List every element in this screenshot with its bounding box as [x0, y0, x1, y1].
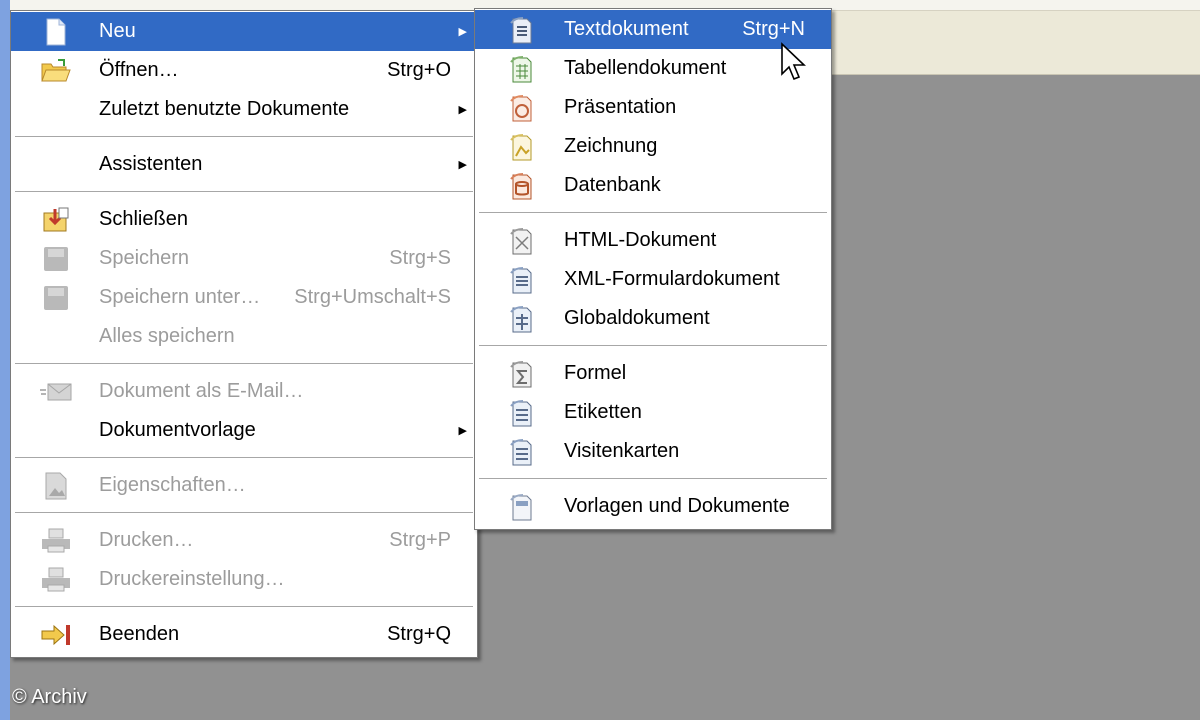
- submenu-arrow-icon: ▶: [458, 425, 467, 437]
- html-document-icon: [505, 227, 539, 255]
- menu-item-label: XML-Formulardokument: [564, 268, 780, 290]
- menu-separator: [11, 184, 477, 200]
- menu-item-label: Formel: [564, 362, 627, 384]
- menu-separator: [475, 338, 831, 354]
- shortcut-label: Strg+N: [742, 18, 805, 40]
- menu-item-label: Etiketten: [564, 401, 642, 423]
- save-as-icon: [39, 284, 73, 312]
- menu-item-label: Beenden: [99, 623, 180, 645]
- menu-item-beenden[interactable]: Beenden Strg+Q: [11, 615, 477, 654]
- submenu-item-textdokument[interactable]: Textdokument Strg+N: [475, 10, 831, 49]
- menu-item-label: Speichern: [99, 247, 190, 269]
- window-left-border: [0, 0, 10, 720]
- menu-item-label: Zeichnung: [564, 135, 658, 157]
- menu-separator: [11, 599, 477, 615]
- menu-item-alles-speichern[interactable]: Alles speichern: [11, 317, 477, 356]
- menu-item-label: Drucken…: [99, 529, 194, 551]
- menu-item-label: Tabellendokument: [564, 57, 727, 79]
- menu-item-label: Präsentation: [564, 96, 677, 118]
- email-icon: [39, 378, 73, 406]
- drawing-icon: [505, 133, 539, 161]
- menu-item-eigenschaften[interactable]: Eigenschaften…: [11, 466, 477, 505]
- shortcut-label: Strg+S: [389, 247, 451, 269]
- menu-item-label: Eigenschaften…: [99, 474, 246, 496]
- menu-item-dokumentvorlage[interactable]: Dokumentvorlage ▶: [11, 411, 477, 450]
- menu-separator: [11, 450, 477, 466]
- open-folder-icon: [39, 57, 73, 85]
- menu-item-label: Druckereinstellung…: [99, 568, 285, 590]
- copyright-watermark: © Archiv: [12, 686, 87, 708]
- menu-item-schliessen[interactable]: Schließen: [11, 200, 477, 239]
- submenu-item-html-dokument[interactable]: HTML-Dokument: [475, 221, 831, 260]
- menu-item-label: Neu: [99, 20, 136, 42]
- menu-item-label: Dokument als E-Mail…: [99, 380, 304, 402]
- submenu-arrow-icon: ▶: [458, 104, 467, 116]
- submenu-item-tabellendokument[interactable]: Tabellendokument: [475, 49, 831, 88]
- menu-item-label: HTML-Dokument: [564, 229, 717, 251]
- mouse-cursor-icon: [780, 42, 806, 82]
- submenu-item-datenbank[interactable]: Datenbank: [475, 166, 831, 205]
- shortcut-label: Strg+O: [387, 59, 451, 81]
- menu-item-assistenten[interactable]: Assistenten ▶: [11, 145, 477, 184]
- menu-separator: [475, 471, 831, 487]
- menu-item-speichern[interactable]: Speichern Strg+S: [11, 239, 477, 278]
- menu-item-neu[interactable]: Neu ▶: [11, 12, 477, 51]
- business-cards-icon: [505, 438, 539, 466]
- menu-item-label: Globaldokument: [564, 307, 710, 329]
- menu-item-label: Speichern unter…: [99, 286, 261, 308]
- menu-item-label: Schließen: [99, 208, 188, 230]
- menu-item-label: Vorlagen und Dokumente: [564, 495, 790, 517]
- submenu-item-vorlagen-und-dokumente[interactable]: Vorlagen und Dokumente: [475, 487, 831, 526]
- menu-item-zuletzt-benutzte-dokumente[interactable]: Zuletzt benutzte Dokumente ▶: [11, 90, 477, 129]
- menu-item-druckereinstellung[interactable]: Druckereinstellung…: [11, 560, 477, 599]
- submenu-item-praesentation[interactable]: Präsentation: [475, 88, 831, 127]
- menu-item-drucken[interactable]: Drucken… Strg+P: [11, 521, 477, 560]
- menu-item-label: Öffnen…: [99, 59, 179, 81]
- submenu-item-etiketten[interactable]: Etiketten: [475, 393, 831, 432]
- menu-separator: [475, 205, 831, 221]
- printer-settings-icon: [39, 566, 73, 594]
- submenu-arrow-icon: ▶: [458, 26, 467, 38]
- menu-item-speichern-unter[interactable]: Speichern unter… Strg+Umschalt+S: [11, 278, 477, 317]
- presentation-icon: [505, 94, 539, 122]
- menu-item-label: Dokumentvorlage: [99, 419, 256, 441]
- new-document-icon: [39, 18, 73, 46]
- submenu-item-globaldokument[interactable]: Globaldokument: [475, 299, 831, 338]
- menu-item-label: Zuletzt benutzte Dokumente: [99, 98, 350, 120]
- file-menu: Neu ▶ Öffnen… Strg+O Zuletzt benutzte Do…: [10, 10, 478, 658]
- submenu-arrow-icon: ▶: [458, 159, 467, 171]
- submenu-item-visitenkarten[interactable]: Visitenkarten: [475, 432, 831, 471]
- shortcut-label: Strg+Umschalt+S: [294, 286, 451, 308]
- templates-icon: [505, 493, 539, 521]
- submenu-item-xml-formulardokument[interactable]: XML-Formulardokument: [475, 260, 831, 299]
- labels-icon: [505, 399, 539, 427]
- formula-icon: [505, 360, 539, 388]
- new-submenu: Textdokument Strg+N Tabellendokument Prä…: [474, 8, 832, 530]
- menu-separator: [11, 356, 477, 372]
- master-document-icon: [505, 305, 539, 333]
- menu-separator: [11, 505, 477, 521]
- shortcut-label: Strg+P: [389, 529, 451, 551]
- save-icon: [39, 245, 73, 273]
- menu-item-label: Alles speichern: [99, 325, 235, 347]
- properties-icon: [39, 472, 73, 500]
- menu-item-dokument-als-email[interactable]: Dokument als E-Mail…: [11, 372, 477, 411]
- spreadsheet-icon: [505, 55, 539, 83]
- printer-icon: [39, 527, 73, 555]
- menu-item-label: Assistenten: [99, 153, 203, 175]
- database-icon: [505, 172, 539, 200]
- menu-separator: [11, 129, 477, 145]
- text-document-icon: [505, 16, 539, 44]
- exit-icon: [39, 621, 73, 649]
- menu-item-label: Textdokument: [564, 18, 689, 40]
- shortcut-label: Strg+Q: [387, 623, 451, 645]
- submenu-item-formel[interactable]: Formel: [475, 354, 831, 393]
- xml-form-icon: [505, 266, 539, 294]
- menu-item-label: Visitenkarten: [564, 440, 680, 462]
- submenu-item-zeichnung[interactable]: Zeichnung: [475, 127, 831, 166]
- menu-item-oeffnen[interactable]: Öffnen… Strg+O: [11, 51, 477, 90]
- menu-item-label: Datenbank: [564, 174, 661, 196]
- close-document-icon: [39, 206, 73, 234]
